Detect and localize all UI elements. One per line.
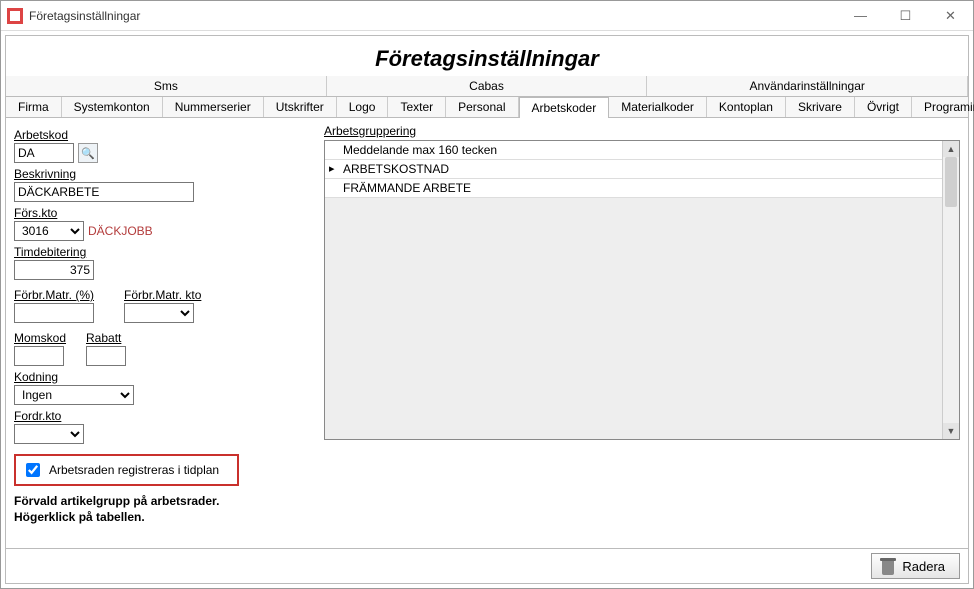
lookup-icon[interactable]: 🔍 [78, 143, 98, 163]
forbr-pct-input[interactable] [14, 303, 94, 323]
tab-nummerserier[interactable]: Nummerserier [163, 97, 264, 117]
tab-övrigt[interactable]: Övrigt [855, 97, 912, 117]
beskrivning-label: Beskrivning [14, 167, 294, 181]
radera-button[interactable]: Radera [871, 553, 960, 579]
kodning-label: Kodning [14, 370, 294, 384]
tab-texter[interactable]: Texter [388, 97, 446, 117]
tab-logo[interactable]: Logo [337, 97, 389, 117]
kodning-select[interactable]: Ingen [14, 385, 134, 405]
window-buttons: — ☐ ✕ [838, 1, 973, 30]
timdeb-input[interactable] [14, 260, 94, 280]
arbetskod-label: Arbetskod [14, 128, 294, 142]
arbetsgruppering-label: Arbetsgruppering [324, 124, 960, 138]
tab-materialkoder[interactable]: Materialkoder [609, 97, 707, 117]
page-title: Företagsinställningar [10, 46, 964, 72]
timdeb-label: Timdebitering [14, 245, 294, 259]
close-button[interactable]: ✕ [928, 1, 973, 30]
app-window: Företagsinställningar — ☐ ✕ Företagsinst… [0, 0, 974, 589]
page-header: Företagsinställningar [6, 36, 968, 76]
scroll-thumb[interactable] [945, 157, 957, 207]
forskto-label: Förs.kto [14, 206, 294, 220]
tab-sms[interactable]: Sms [6, 76, 327, 96]
right-column: Arbetsgruppering Meddelande max 160 teck… [324, 124, 960, 548]
fordrkto-select[interactable] [14, 424, 84, 444]
momskod-label: Momskod [14, 331, 66, 345]
momskod-input[interactable] [14, 346, 64, 366]
tab-användarinställningar[interactable]: Användarinställningar [647, 76, 968, 96]
tab-arbetskoder[interactable]: Arbetskoder [519, 97, 610, 118]
tab-cabas[interactable]: Cabas [327, 76, 648, 96]
scroll-up-icon[interactable]: ▲ [943, 141, 959, 157]
tab-firma[interactable]: Firma [6, 97, 62, 117]
app-icon [7, 8, 23, 24]
radera-button-label: Radera [902, 559, 945, 574]
group-row[interactable]: Meddelande max 160 tecken [325, 141, 942, 160]
arbetsgruppering-list[interactable]: Meddelande max 160 teckenARBETSKOSTNADFR… [324, 140, 960, 440]
minimize-button[interactable]: — [838, 1, 883, 30]
trash-icon [880, 557, 896, 575]
content-shell: Företagsinställningar SmsCabasAnvändarin… [5, 35, 969, 584]
scrollbar[interactable]: ▲ ▼ [943, 141, 959, 439]
scroll-down-icon[interactable]: ▼ [943, 423, 959, 439]
maximize-button[interactable]: ☐ [883, 1, 928, 30]
forbr-pct-label: Förbr.Matr. (%) [14, 288, 94, 302]
arbetskod-input[interactable] [14, 143, 74, 163]
rabatt-label: Rabatt [86, 331, 126, 345]
tidplan-checkbox-row[interactable]: Arbetsraden registreras i tidplan [14, 454, 239, 486]
rabatt-input[interactable] [86, 346, 126, 366]
forskto-name-label: DÄCKJOBB [88, 224, 153, 238]
tab-row-lower: FirmaSystemkontonNummerserierUtskrifterL… [6, 97, 968, 118]
tab-programinställningar[interactable]: Programinställningar [912, 97, 974, 117]
titlebar: Företagsinställningar — ☐ ✕ [1, 1, 973, 31]
group-row[interactable]: FRÄMMANDE ARBETE [325, 179, 942, 198]
tab-skrivare[interactable]: Skrivare [786, 97, 855, 117]
tidplan-checkbox-label: Arbetsraden registreras i tidplan [49, 463, 219, 477]
tab-systemkonton[interactable]: Systemkonton [62, 97, 163, 117]
tab-personal[interactable]: Personal [446, 97, 518, 117]
fordrkto-label: Fordr.kto [14, 409, 294, 423]
hint-text: Förvald artikelgrupp på arbetsrader. Hög… [14, 494, 294, 525]
beskrivning-input[interactable] [14, 182, 194, 202]
body-area: Arbetskod 🔍 Beskrivning Förs.kto 3016 DÄ… [6, 118, 968, 548]
forbr-kto-label: Förbr.Matr. kto [124, 288, 201, 302]
tab-row-upper: SmsCabasAnvändarinställningar [6, 76, 968, 97]
forskto-select[interactable]: 3016 [14, 221, 84, 241]
left-column: Arbetskod 🔍 Beskrivning Förs.kto 3016 DÄ… [14, 124, 294, 548]
tidplan-checkbox[interactable] [26, 463, 40, 477]
window-title: Företagsinställningar [29, 9, 140, 23]
forbr-kto-select[interactable] [124, 303, 194, 323]
tab-kontoplan[interactable]: Kontoplan [707, 97, 786, 117]
scroll-track[interactable] [943, 157, 959, 423]
tab-utskrifter[interactable]: Utskrifter [264, 97, 337, 117]
footer: Radera [6, 548, 968, 583]
group-row[interactable]: ARBETSKOSTNAD [325, 160, 942, 179]
